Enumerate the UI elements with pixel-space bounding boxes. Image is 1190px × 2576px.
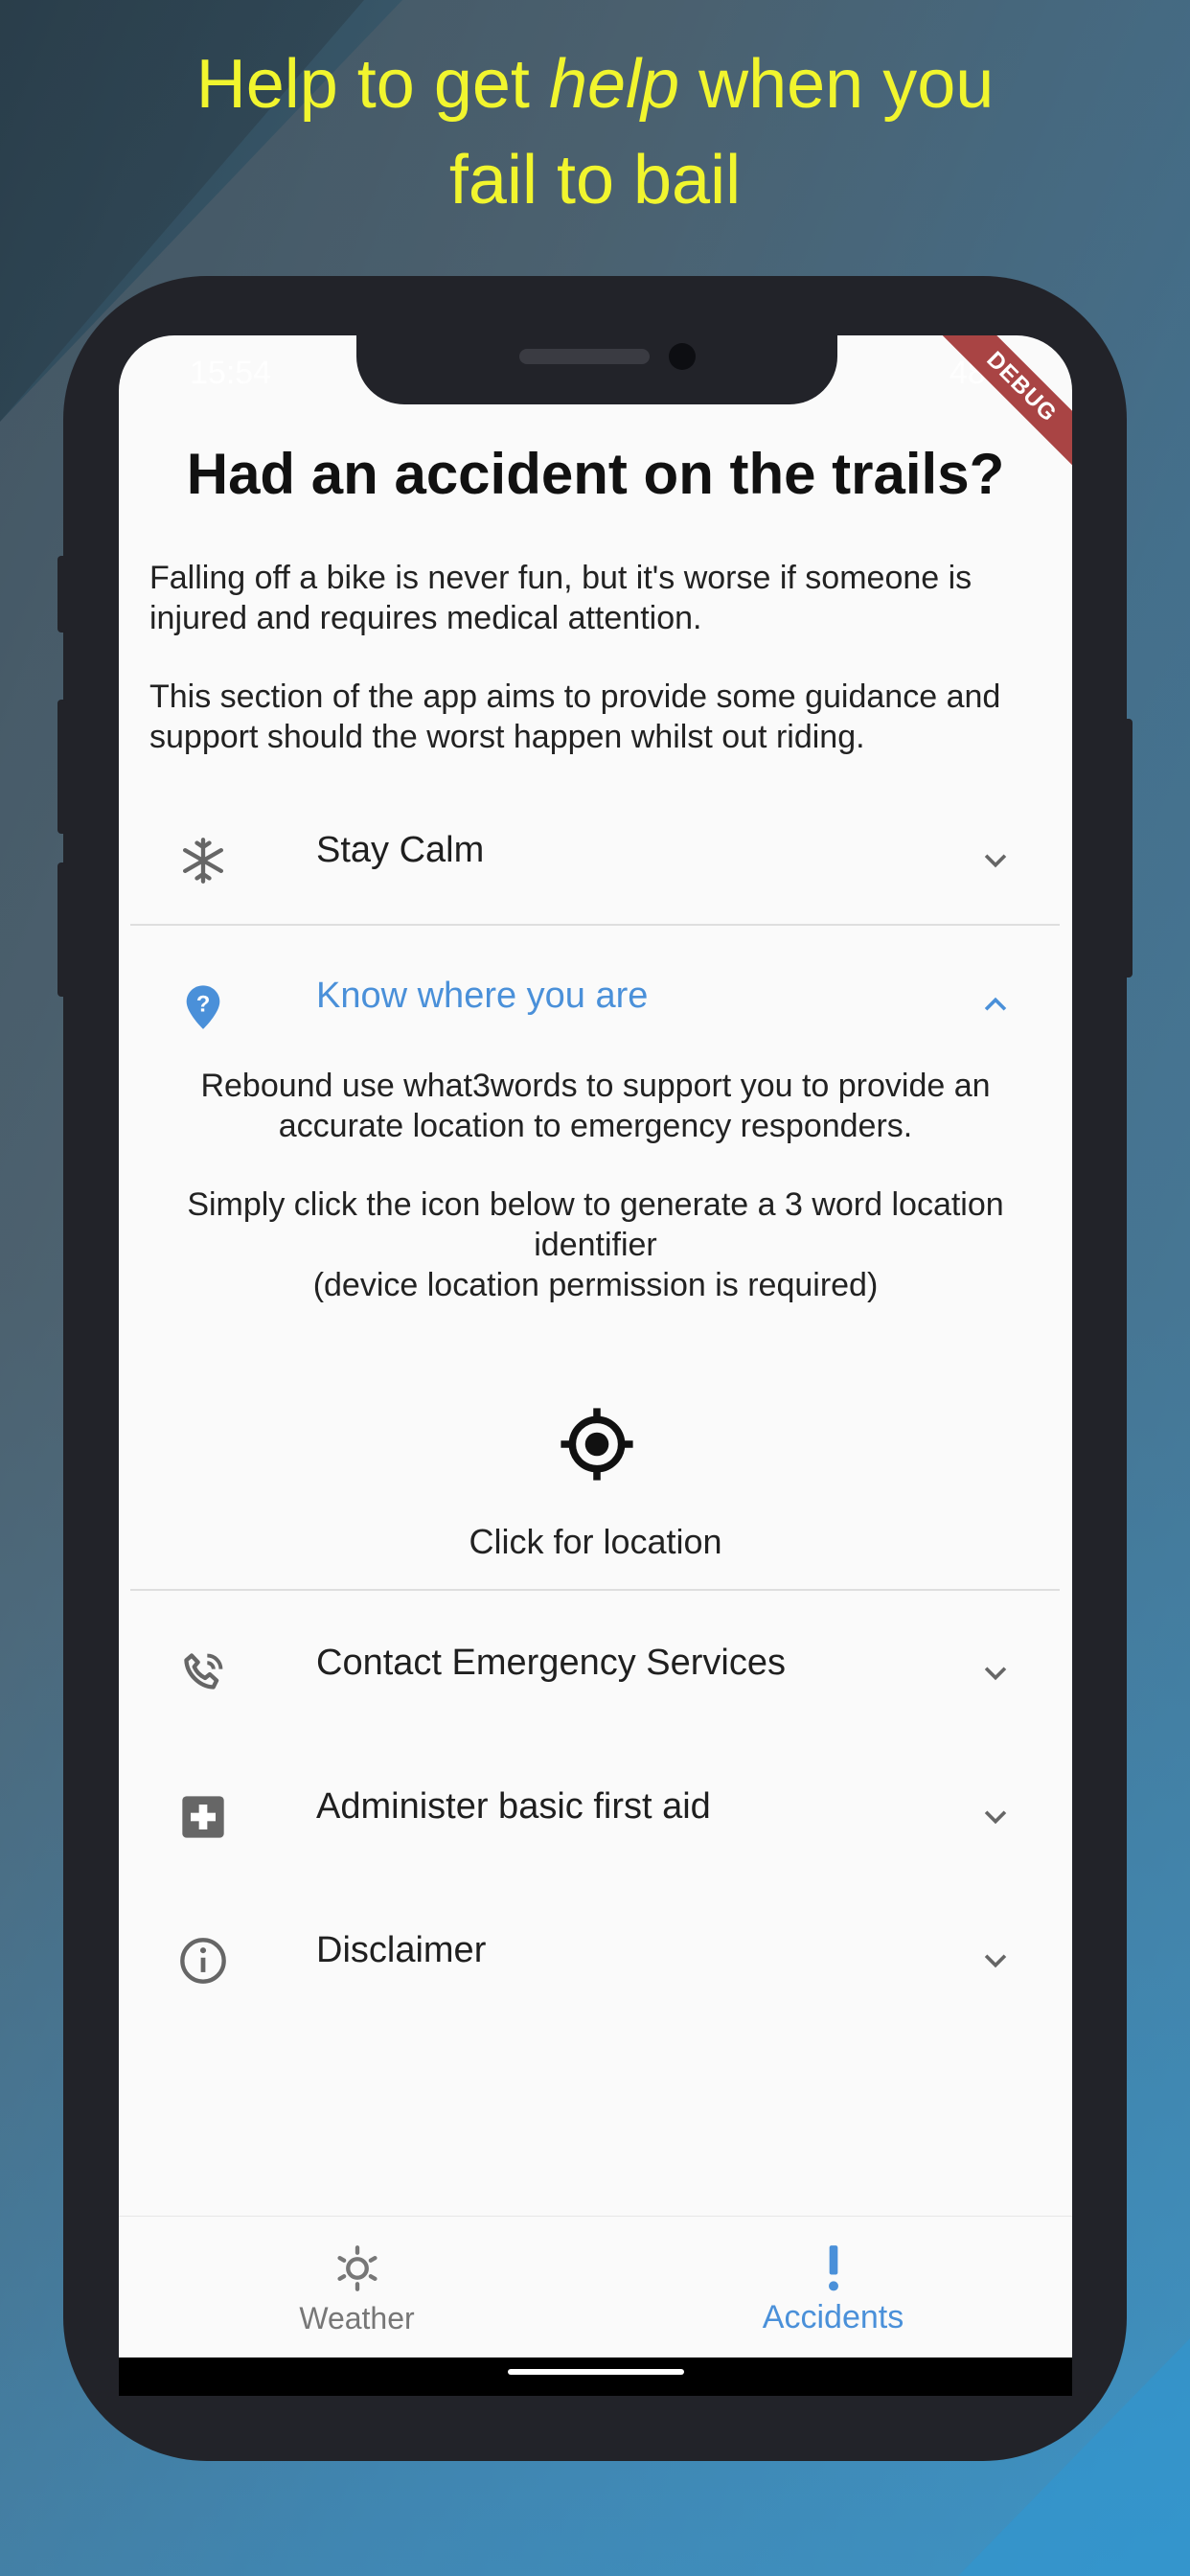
- speaker-grille: [519, 349, 650, 364]
- gesture-area: [119, 2358, 1072, 2396]
- intro-paragraph-1: Falling off a bike is never fun, but it'…: [149, 560, 973, 636]
- location-description: Rebound use what3words to support you to…: [200, 1068, 991, 1144]
- divider: [130, 924, 1060, 926]
- front-camera: [669, 343, 696, 370]
- side-button-volume-up: [57, 700, 67, 834]
- nav-weather[interactable]: Weather: [119, 2217, 595, 2360]
- location-help-icon: ?: [186, 985, 220, 1029]
- status-time: 15:54: [190, 355, 272, 391]
- divider: [130, 1589, 1060, 1591]
- section-label: Administer basic first aid: [316, 1786, 711, 1827]
- promo-headline: Help to get help when you fail to bail: [0, 36, 1190, 228]
- intro-paragraph-2: This section of the app aims to provide …: [149, 678, 1001, 755]
- section-stay-calm[interactable]: Stay Calm: [130, 795, 1060, 910]
- page-title: Had an accident on the trails?: [186, 442, 1005, 506]
- chevron-down-icon[interactable]: [979, 1944, 1012, 1976]
- home-indicator[interactable]: [508, 2369, 684, 2375]
- bottom-navigation: Weather Accidents: [119, 2216, 1072, 2360]
- info-icon: [180, 1938, 226, 1984]
- gps-target-icon[interactable]: [558, 1405, 636, 1484]
- chevron-down-icon[interactable]: [979, 843, 1012, 876]
- section-label: Know where you are: [316, 976, 649, 1016]
- headline-line-1: Help to get help when you: [195, 46, 995, 123]
- section-first-aid[interactable]: Administer basic first aid: [130, 1752, 1060, 1867]
- section-label: Stay Calm: [316, 830, 485, 870]
- phone-call-icon: [184, 1653, 223, 1690]
- nav-label: Accidents: [762, 2299, 904, 2335]
- side-button-mute: [57, 556, 67, 632]
- section-disclaimer[interactable]: Disclaimer: [130, 1896, 1060, 2011]
- location-instruction: Simply click the icon below to generate …: [187, 1186, 1004, 1263]
- section-contact-emergency-services[interactable]: Contact Emergency Services: [130, 1608, 1060, 1723]
- snowflake-icon: [182, 838, 224, 884]
- phone-notch: [356, 335, 837, 404]
- side-button-volume-down: [57, 862, 67, 997]
- section-label: Disclaimer: [316, 1930, 487, 1970]
- first-aid-icon: [182, 1796, 224, 1838]
- exclamation-icon: [828, 2245, 838, 2291]
- chevron-down-icon[interactable]: [979, 1656, 1012, 1689]
- nav-accidents[interactable]: Accidents: [595, 2217, 1071, 2360]
- svg-text:?: ?: [196, 991, 211, 1017]
- phone-screen: 15:54 48% DEBUG Had an accident on the t…: [119, 335, 1072, 2396]
- headline-line-2: fail to bail: [448, 142, 742, 218]
- chevron-down-icon[interactable]: [979, 1800, 1012, 1832]
- section-label: Contact Emergency Services: [316, 1643, 786, 1683]
- section-know-where-you-are[interactable]: ? Know where you are: [130, 941, 1060, 1056]
- chevron-up-icon[interactable]: [979, 989, 1012, 1022]
- nav-label: Weather: [299, 2301, 415, 2335]
- weather-icon: [336, 2245, 378, 2291]
- location-permission-note: (device location permission is required): [312, 1267, 879, 1303]
- side-button-power: [1123, 719, 1133, 978]
- click-for-location-button[interactable]: Click for location: [119, 1522, 1072, 1562]
